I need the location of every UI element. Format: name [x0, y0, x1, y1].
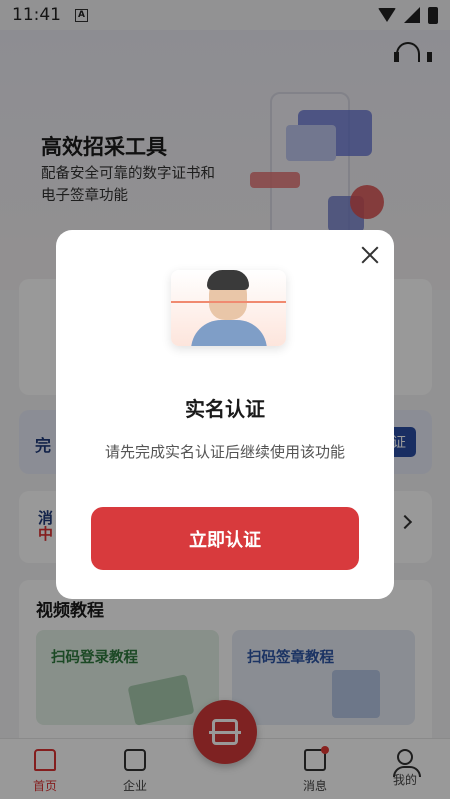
- verify-now-button[interactable]: 立即认证: [91, 507, 359, 570]
- person-hair: [207, 270, 249, 290]
- dialog-description: 请先完成实名认证后继续使用该功能: [104, 443, 345, 461]
- close-icon[interactable]: [359, 244, 381, 266]
- dialog-title: 实名认证: [185, 397, 265, 421]
- id-verification-illustration: [171, 270, 286, 346]
- scan-line: [171, 301, 286, 303]
- real-name-auth-dialog: 实名认证 请先完成实名认证后继续使用该功能 立即认证: [56, 230, 394, 599]
- person-shoulders: [191, 320, 267, 346]
